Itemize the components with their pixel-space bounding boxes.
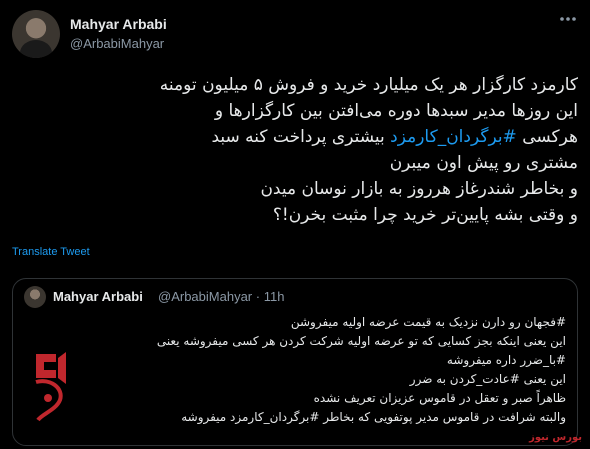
quoted-line: ظاهراً صبر و تعقل در قاموس عزیزان تعریف … <box>313 391 566 405</box>
quoted-tweet-card[interactable]: Mahyar Arbabi @ArbabiMahyar · 11h #فجهان… <box>12 278 578 446</box>
hashtag-link[interactable]: #برگردان_کارمزد <box>390 127 517 147</box>
quoted-line: والبته شرافت در قاموس مدیر پوتفویی که بخ… <box>181 410 566 424</box>
quoted-author-handle: @ArbabiMahyar <box>158 289 253 304</box>
tweet-text: کارمزد کارگزار هر یک میلیارد خرید و فروش… <box>12 72 578 228</box>
quoted-meta: @ArbabiMahyar · 11h <box>158 289 284 304</box>
quoted-author-avatar <box>24 286 46 308</box>
tweet-line: این روزها مدیر سبدها دوره می‌افتن بین کا… <box>214 101 578 121</box>
quoted-line: این یعنی #عادت_کردن به ضرر <box>409 372 566 386</box>
tweet-line: مشتری رو پیش اون میبرن <box>389 153 578 173</box>
meta-separator: · <box>255 289 261 304</box>
brand-logo <box>30 348 70 424</box>
quoted-line: #فجهان رو دارن نزدیک به قیمت عرضه اولیه … <box>290 315 566 329</box>
tweet-line: و بخاطر شندرغاز هرروز به بازار نوسان مید… <box>260 179 578 199</box>
quoted-tweet-text: #فجهان رو دارن نزدیک به قیمت عرضه اولیه … <box>36 313 566 427</box>
quoted-time: 11h <box>263 289 285 304</box>
quoted-line: این یعنی اینکه بجز کسایی که تو عرضه اولی… <box>156 334 566 348</box>
watermark-text: بورس نیوز <box>529 432 582 443</box>
more-options-icon[interactable] <box>558 14 578 30</box>
author-handle[interactable]: @ArbabiMahyar <box>70 36 164 51</box>
tweet-line: و وقتی بشه پایین‌تر خرید چرا مثبت بخرن!؟ <box>272 205 578 225</box>
quoted-author-name: Mahyar Arbabi <box>53 289 143 304</box>
tweet-header: Mahyar Arbabi @ArbabiMahyar <box>12 8 578 58</box>
author-name[interactable]: Mahyar Arbabi <box>70 16 167 32</box>
tweet-line: هرکسی #برگردان_کارمزد بیشتری پرداخت کنه … <box>211 127 578 147</box>
translate-tweet-link[interactable]: Translate Tweet <box>12 246 90 258</box>
brand-logo-graphic <box>35 352 66 422</box>
quoted-line: #با_ضرر داره میفروشه <box>446 353 566 367</box>
more-dots-graphic <box>560 17 576 21</box>
tweet-line: کارمزد کارگزار هر یک میلیارد خرید و فروش… <box>159 75 578 95</box>
author-avatar[interactable] <box>12 10 60 58</box>
